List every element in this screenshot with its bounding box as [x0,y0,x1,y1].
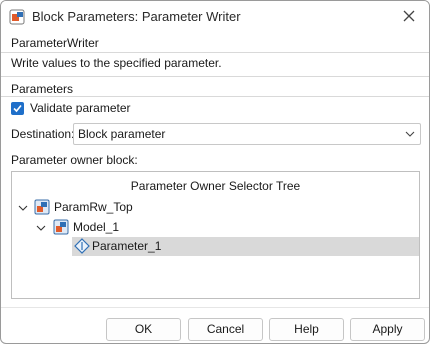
title-bar: Block Parameters: Parameter Writer [1,1,429,33]
validate-parameter-checkbox[interactable] [11,102,24,115]
dialog-window: Block Parameters: Parameter Writer Param… [0,0,430,344]
model-icon [53,219,69,235]
parameters-heading: Parameters [11,82,74,96]
tree-title: Parameter Owner Selector Tree [130,179,301,193]
apply-button[interactable]: Apply [350,318,425,341]
parameter-diamond-icon [74,238,90,254]
validate-parameter-label[interactable]: Validate parameter [30,101,131,115]
block-parameters-icon [9,9,25,25]
help-button[interactable]: Help [269,318,344,341]
tree-node-label: Parameter_1 [92,239,162,253]
tree-node-model-1[interactable]: Model_1 [12,218,419,237]
cancel-button[interactable]: Cancel [188,318,263,341]
chevron-down-icon[interactable] [18,203,28,213]
block-description: Write values to the specified parameter. [11,56,222,70]
tree-node-label: Model_1 [73,220,120,234]
window-title: Block Parameters: Parameter Writer [32,9,241,24]
divider [1,76,429,77]
destination-label: Destination: [11,127,75,141]
destination-value: Block parameter [78,127,166,141]
tree-node-label: ParamRw_Top [54,200,133,214]
tree-node-paramrw-top[interactable]: ParamRw_Top [12,198,419,217]
chevron-down-icon [405,131,415,137]
footer-divider [1,307,429,308]
destination-dropdown[interactable]: Block parameter [73,123,421,145]
ok-button[interactable]: OK [106,318,181,341]
divider [1,96,429,97]
parameter-owner-tree: Parameter Owner Selector Tree ParamRw_To… [11,171,420,299]
model-icon [34,199,50,215]
chevron-down-icon[interactable] [36,223,46,233]
close-icon[interactable] [401,8,417,24]
checkmark-icon [13,104,22,113]
owner-block-label: Parameter owner block: [11,153,138,167]
tree-node-parameter-1[interactable]: Parameter_1 [72,237,419,256]
divider [1,52,429,53]
block-type-heading: ParameterWriter [11,36,99,50]
